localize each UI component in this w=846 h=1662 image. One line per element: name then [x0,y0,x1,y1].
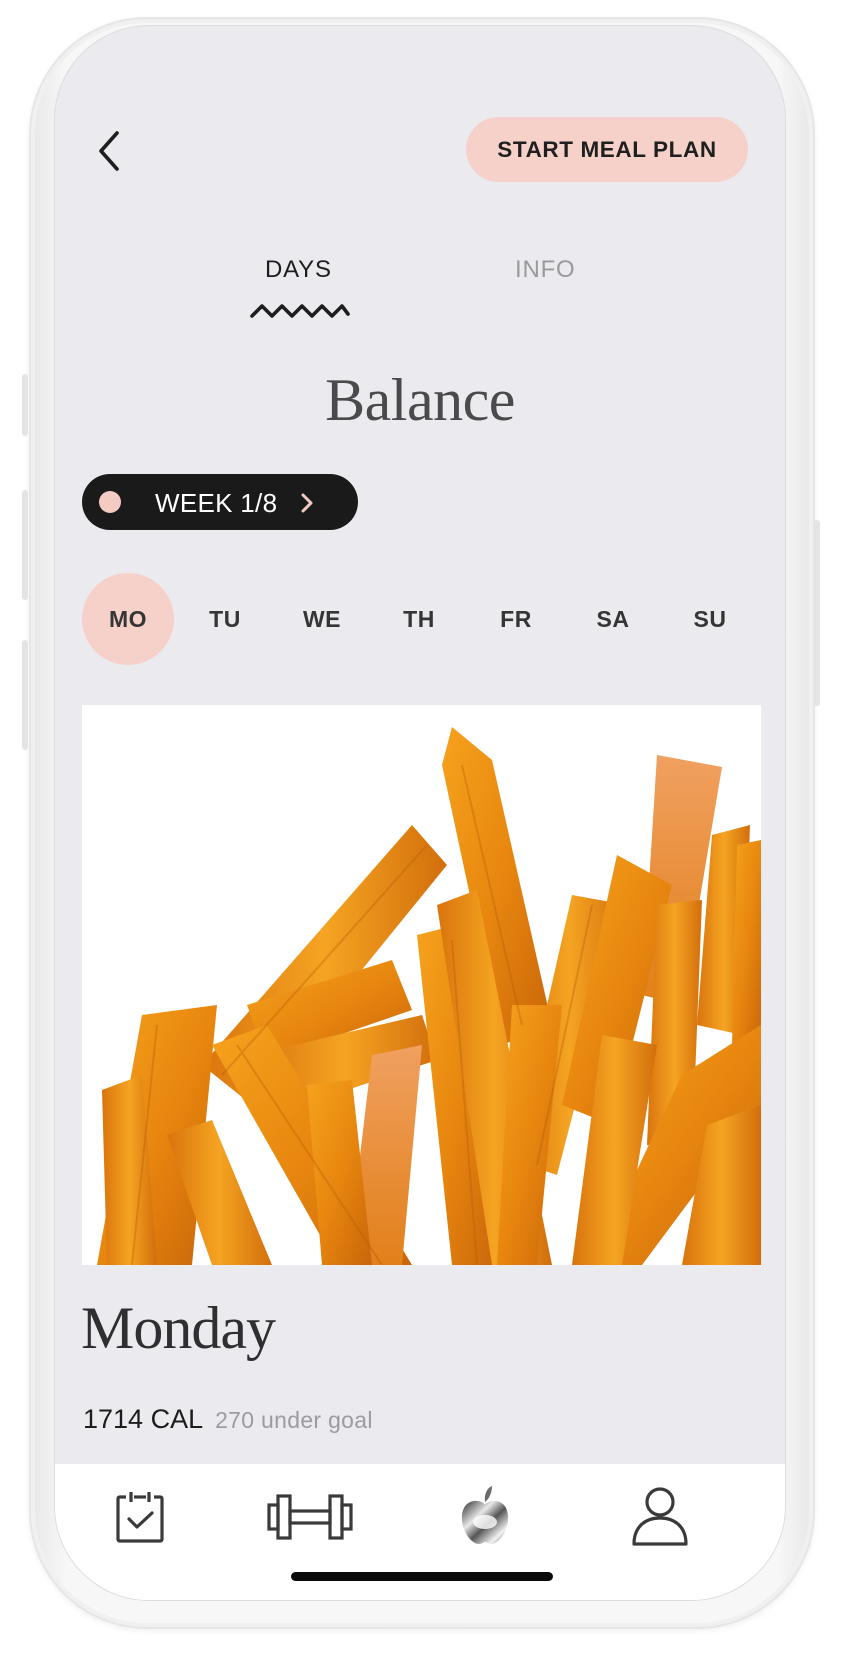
tab-days[interactable]: DAYS [265,256,332,284]
app-screen: START MEAL PLAN DAYS INFO Balance WEEK 1… [55,26,785,1600]
back-button[interactable] [93,126,129,176]
day-mo[interactable]: MO [82,573,174,665]
week-label: WEEK 1/8 [155,488,278,518]
day-su[interactable]: SU [664,573,756,665]
volume-up-button [22,490,28,600]
tab-bar: DAYS INFO [55,256,785,336]
nav-nutrition[interactable] [440,1482,530,1552]
mute-switch [22,374,28,436]
day-selector: MO TU WE TH FR SA SU [82,573,762,667]
calorie-total: 1714 CAL [83,1404,204,1434]
calendar-check-icon [116,1492,164,1543]
active-tab-squiggle-indicator [250,304,350,318]
chevron-left-icon [99,131,119,171]
week-selector[interactable]: WEEK 1/8 [82,474,358,530]
nav-planner[interactable] [95,1482,185,1552]
day-we[interactable]: WE [276,573,368,665]
calorie-goal-note: 270 under goal [215,1407,373,1433]
meal-day-heading: Monday [81,1295,276,1361]
person-icon [632,1487,688,1546]
home-indicator[interactable] [291,1572,553,1581]
volume-down-button [22,640,28,750]
nav-profile[interactable] [615,1482,705,1552]
tab-info[interactable]: INFO [515,256,576,284]
day-sa[interactable]: SA [567,573,659,665]
apple-icon [461,1486,509,1544]
sweet-potato-fries-illustration [82,705,761,1265]
meal-image[interactable] [82,705,761,1265]
nav-workouts[interactable] [265,1482,355,1552]
day-fr[interactable]: FR [470,573,562,665]
day-th[interactable]: TH [373,573,465,665]
plan-title: Balance [325,367,515,433]
week-status-dot [99,491,121,513]
day-tu[interactable]: TU [179,573,271,665]
calorie-summary: 1714 CAL 270 under goal [83,1404,373,1435]
power-button [814,520,820,706]
start-meal-plan-button[interactable]: START MEAL PLAN [466,117,748,182]
chevron-right-icon [301,493,313,513]
dumbbell-icon [267,1494,353,1540]
